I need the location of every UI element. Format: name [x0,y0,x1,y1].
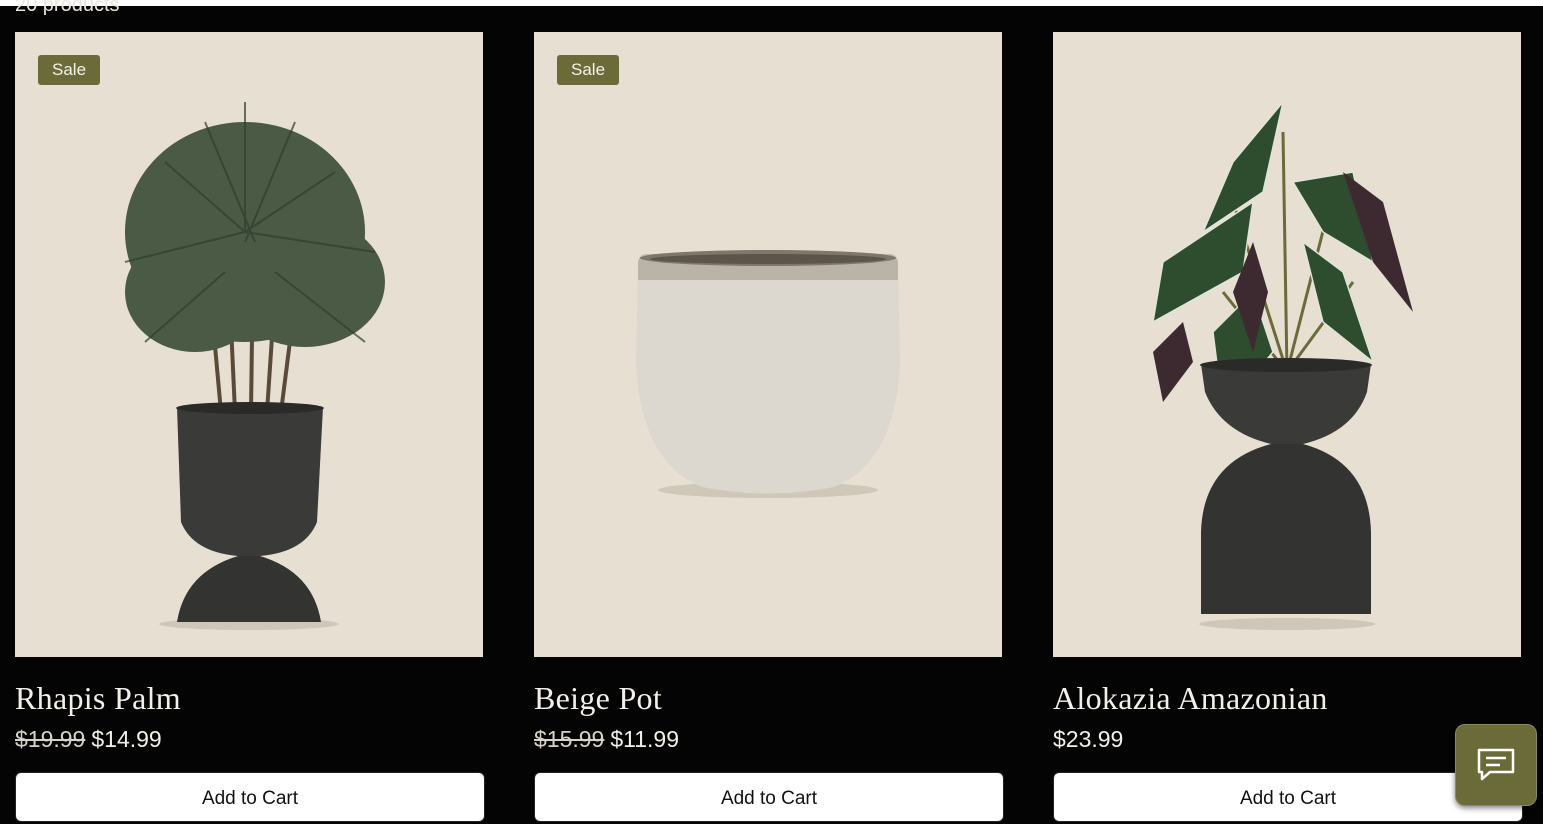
product-image[interactable]: Sale [15,32,483,657]
product-card-alokazia-amazonian[interactable]: Alokazia Amazonian $23.99 Add to Cart [1053,32,1523,822]
beige-pot-image [636,250,900,498]
price-row: $15.99 $11.99 [534,726,1002,753]
chat-button[interactable] [1455,724,1537,806]
price-row: $19.99 $14.99 [15,726,483,753]
add-to-cart-button[interactable]: Add to Cart [1053,772,1523,822]
sale-price: $14.99 [91,726,162,752]
alokazia-image [1152,101,1413,630]
product-image[interactable] [1053,32,1521,657]
original-price: $15.99 [534,726,605,752]
add-to-cart-button[interactable]: Add to Cart [15,772,485,822]
product-name[interactable]: Alokazia Amazonian [1053,680,1521,717]
chat-icon [1477,748,1515,781]
sale-badge: Sale [557,55,620,85]
rhapis-palm-image [124,102,385,630]
sale-badge: Sale [38,55,101,85]
price-row: $23.99 [1053,726,1521,753]
original-price: $19.99 [15,726,86,752]
product-card-beige-pot[interactable]: Sale Beige Pot $15.99 $11.99 Add to Cart [534,32,1004,822]
product-count: 20 products [15,0,120,16]
add-to-cart-button[interactable]: Add to Cart [534,772,1004,822]
product-card-rhapis-palm[interactable]: Sale Rhapis Palm $19.99 $14.99 Add to Car… [15,32,485,822]
price: $23.99 [1053,726,1124,752]
sale-price: $11.99 [610,726,679,752]
product-name[interactable]: Rhapis Palm [15,680,483,717]
top-bar [0,0,1543,6]
product-name[interactable]: Beige Pot [534,680,1002,717]
product-image[interactable]: Sale [534,32,1002,657]
